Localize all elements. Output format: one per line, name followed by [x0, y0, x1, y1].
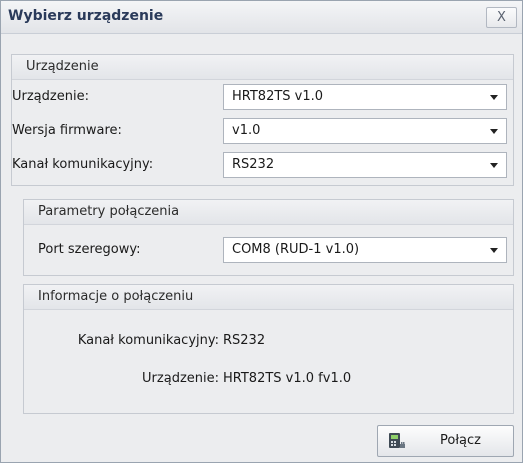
port-combo[interactable]: COM8 (RUD-1 v1.0)	[223, 237, 507, 263]
close-button[interactable]: X	[486, 7, 517, 28]
firmware-combo[interactable]: v1.0	[223, 118, 507, 144]
select-device-dialog: Wybierz urządzenie X Urządzenie Urządzen…	[0, 0, 523, 463]
port-combo-value: COM8 (RUD-1 v1.0)	[232, 242, 360, 257]
title-bar: Wybierz urządzenie X	[1, 1, 522, 34]
device-group-header: Urządzenie	[12, 55, 513, 80]
chevron-down-icon	[490, 129, 498, 134]
connect-button[interactable]: Połącz	[377, 425, 514, 457]
info-group-header: Informacje o połączeniu	[24, 285, 513, 310]
device-combo-value: HRT82TS v1.0	[232, 89, 324, 104]
channel-combo[interactable]: RS232	[223, 152, 507, 178]
channel-combo-value: RS232	[232, 157, 275, 172]
device-connect-icon	[389, 433, 405, 448]
close-icon: X	[497, 10, 506, 25]
device-group: Urządzenie Urządzenie: HRT82TS v1.0 Wers…	[11, 54, 514, 186]
window-title: Wybierz urządzenie	[8, 8, 164, 24]
firmware-label: Wersja firmware:	[12, 123, 122, 138]
info-channel-value: RS232	[223, 333, 266, 348]
firmware-row: Wersja firmware: v1.0	[12, 118, 507, 144]
connection-group-header: Parametry połączenia	[24, 200, 513, 225]
connection-group: Parametry połączenia Port szeregowy: COM…	[23, 199, 514, 276]
channel-label: Kanał komunikacyjny:	[12, 157, 154, 172]
port-row: Port szeregowy: COM8 (RUD-1 v1.0)	[24, 237, 513, 263]
info-group: Informacje o połączeniu Kanał komunikacy…	[23, 284, 514, 414]
device-combo[interactable]: HRT82TS v1.0	[223, 84, 507, 110]
firmware-combo-value: v1.0	[232, 123, 261, 138]
info-device-value: HRT82TS v1.0 fv1.0	[223, 371, 352, 386]
connect-button-label: Połącz	[440, 433, 481, 448]
info-channel-row: Kanał komunikacyjny: RS232	[24, 333, 513, 353]
chevron-down-icon	[490, 163, 498, 168]
port-label: Port szeregowy:	[38, 242, 141, 257]
device-label: Urządzenie:	[12, 89, 89, 104]
device-row: Urządzenie: HRT82TS v1.0	[12, 84, 507, 110]
info-channel-label: Kanał komunikacyjny:	[77, 333, 219, 348]
info-device-row: Urządzenie: HRT82TS v1.0 fv1.0	[24, 371, 513, 391]
chevron-down-icon	[490, 248, 498, 253]
channel-row: Kanał komunikacyjny: RS232	[12, 152, 507, 178]
info-device-label: Urządzenie:	[142, 371, 219, 386]
chevron-down-icon	[490, 95, 498, 100]
